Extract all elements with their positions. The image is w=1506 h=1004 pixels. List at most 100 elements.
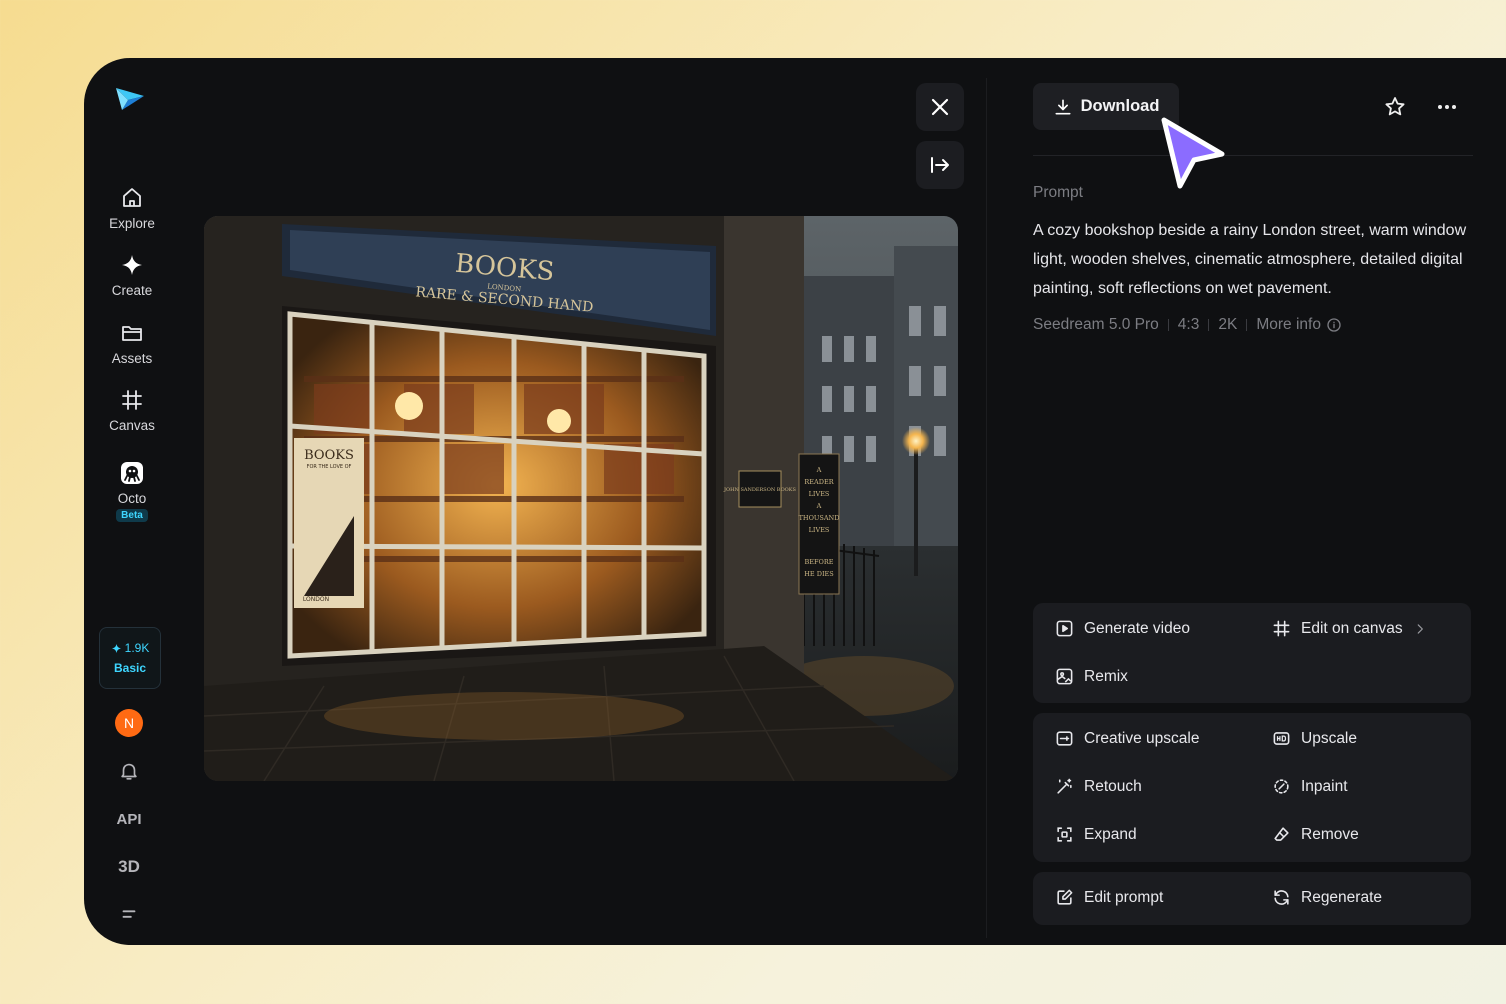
- plan-label: Basic: [113, 661, 147, 675]
- arrow-right-bar-icon: [931, 157, 949, 173]
- menu-icon[interactable]: [116, 902, 142, 928]
- more-info-label: More info: [1256, 316, 1321, 333]
- poster-title: BOOKS: [304, 448, 354, 463]
- board-line: THOUSAND: [799, 514, 840, 522]
- regenerate-icon: [1274, 890, 1289, 905]
- action-label: Edit prompt: [1084, 888, 1164, 906]
- folder-icon: [122, 326, 142, 341]
- action-label: Inpaint: [1301, 777, 1348, 795]
- poster-city: LONDON: [303, 596, 329, 603]
- sidebar-item-label: Canvas: [109, 418, 155, 433]
- remix-icon: [1056, 668, 1073, 685]
- sidebar-item-canvas[interactable]: Canvas: [84, 388, 180, 433]
- octo-icon: [121, 462, 143, 484]
- sidebar-item-create[interactable]: Create: [84, 253, 180, 298]
- action-card-create: Generate video Edit on canvas Remix: [1033, 603, 1471, 703]
- action-label: Remove: [1301, 825, 1359, 843]
- action-label: Expand: [1084, 825, 1137, 843]
- edit-on-canvas-button[interactable]: Edit on canvas: [1272, 619, 1427, 638]
- model-name: Seedream 5.0 Pro: [1033, 316, 1159, 333]
- chevron-right-icon: [1417, 623, 1423, 634]
- sidebar-item-label: Explore: [109, 216, 155, 231]
- video-icon: [1056, 620, 1073, 637]
- action-label: Creative upscale: [1084, 729, 1200, 747]
- hd-icon: [1273, 732, 1290, 745]
- action-label: Generate video: [1084, 619, 1190, 637]
- regenerate-button[interactable]: Regenerate: [1272, 888, 1382, 907]
- poster-sub: FOR THE LOVE OF: [307, 464, 352, 470]
- close-icon: [931, 98, 949, 116]
- generate-video-button[interactable]: Generate video: [1055, 619, 1190, 638]
- info-icon: [1327, 318, 1341, 332]
- favorite-button[interactable]: [1382, 94, 1408, 120]
- more-info-link[interactable]: More info: [1256, 316, 1342, 334]
- expand-icon: [1057, 827, 1072, 842]
- credits-amount: 1.9K: [124, 641, 150, 655]
- sidebar-item-assets[interactable]: Assets: [84, 321, 180, 366]
- header-divider: [1033, 155, 1473, 156]
- avatar[interactable]: N: [115, 709, 143, 737]
- aspect-ratio: 4:3: [1177, 316, 1200, 333]
- board-line: READER: [804, 478, 834, 486]
- generated-image[interactable]: BOOKS LONDON RARE & SECOND HAND BOOKS FO…: [204, 216, 958, 781]
- sparkle-icon: [111, 643, 121, 653]
- 3d-link[interactable]: 3D: [116, 854, 142, 880]
- action-label: Retouch: [1084, 777, 1142, 795]
- app-window: Explore Create Assets Canvas Octo Beta 1…: [84, 58, 1506, 945]
- download-label: Download: [1080, 97, 1160, 115]
- action-label: Upscale: [1301, 729, 1357, 747]
- sidebar-item-label: Assets: [111, 351, 153, 366]
- meta-separator: [1208, 319, 1210, 331]
- star-icon: [1385, 97, 1405, 116]
- close-button[interactable]: [916, 83, 964, 131]
- action-label: Edit on canvas: [1301, 619, 1403, 637]
- remove-button[interactable]: Remove: [1272, 825, 1359, 844]
- expand-button[interactable]: Expand: [1055, 825, 1137, 844]
- plaque-text: JOHN SANDERSON BOOKS: [723, 487, 796, 493]
- meta-separator: [1167, 319, 1169, 331]
- pointer-cursor-icon: [1161, 117, 1225, 189]
- beta-badge: Beta: [116, 509, 148, 522]
- sparkle-icon: [122, 255, 142, 275]
- action-card-prompt: Edit prompt Regenerate: [1033, 872, 1471, 925]
- home-icon: [123, 188, 141, 207]
- action-label: Regenerate: [1301, 888, 1383, 906]
- resolution: 2K: [1218, 316, 1238, 333]
- panel-divider: [986, 78, 987, 938]
- board-line: LIVES: [809, 490, 830, 498]
- generation-meta: Seedream 5.0 Pro 4:3 2K More info: [1033, 316, 1342, 334]
- sidebar-item-label: Octo: [117, 491, 147, 506]
- creative-upscale-button[interactable]: Creative upscale: [1055, 729, 1199, 748]
- action-label: Remix: [1084, 667, 1128, 685]
- inpaint-button[interactable]: Inpaint: [1272, 777, 1348, 796]
- logo-icon[interactable]: [114, 82, 146, 114]
- api-link[interactable]: API: [116, 806, 142, 832]
- credits-box[interactable]: 1.9K Basic: [99, 627, 161, 689]
- board-line: A: [816, 466, 822, 474]
- board-line: LIVES: [809, 526, 830, 534]
- board-line: HE DIES: [804, 570, 833, 578]
- meta-separator: [1246, 319, 1248, 331]
- sidebar-item-label: Create: [111, 283, 153, 298]
- download-icon: [1055, 99, 1071, 114]
- board-line: A: [816, 502, 822, 510]
- prompt-text: A cozy bookshop beside a rainy London st…: [1033, 222, 1467, 297]
- magic-wand-icon: [1057, 778, 1072, 794]
- canvas-icon: [1273, 620, 1290, 637]
- bell-icon[interactable]: [116, 758, 142, 784]
- sidebar-item-explore[interactable]: Explore: [84, 186, 180, 231]
- hd-plus-icon: [1056, 731, 1073, 746]
- more-options-button[interactable]: [1434, 94, 1460, 120]
- remix-button[interactable]: Remix: [1055, 667, 1128, 686]
- retouch-button[interactable]: Retouch: [1055, 777, 1142, 796]
- collapse-panel-button[interactable]: [916, 141, 964, 189]
- sidebar-item-octo[interactable]: Octo Beta: [84, 461, 180, 522]
- upscale-button[interactable]: Upscale: [1272, 729, 1357, 748]
- eraser-icon: [1274, 827, 1289, 841]
- edit-prompt-button[interactable]: Edit prompt: [1055, 888, 1163, 907]
- more-horizontal-icon: [1438, 105, 1456, 109]
- prompt-label: Prompt: [1033, 184, 1083, 201]
- action-card-edit: Creative upscale Upscale Retouch Inpaint…: [1033, 713, 1471, 862]
- edit-icon: [1057, 889, 1073, 905]
- board-line: BEFORE: [805, 558, 834, 566]
